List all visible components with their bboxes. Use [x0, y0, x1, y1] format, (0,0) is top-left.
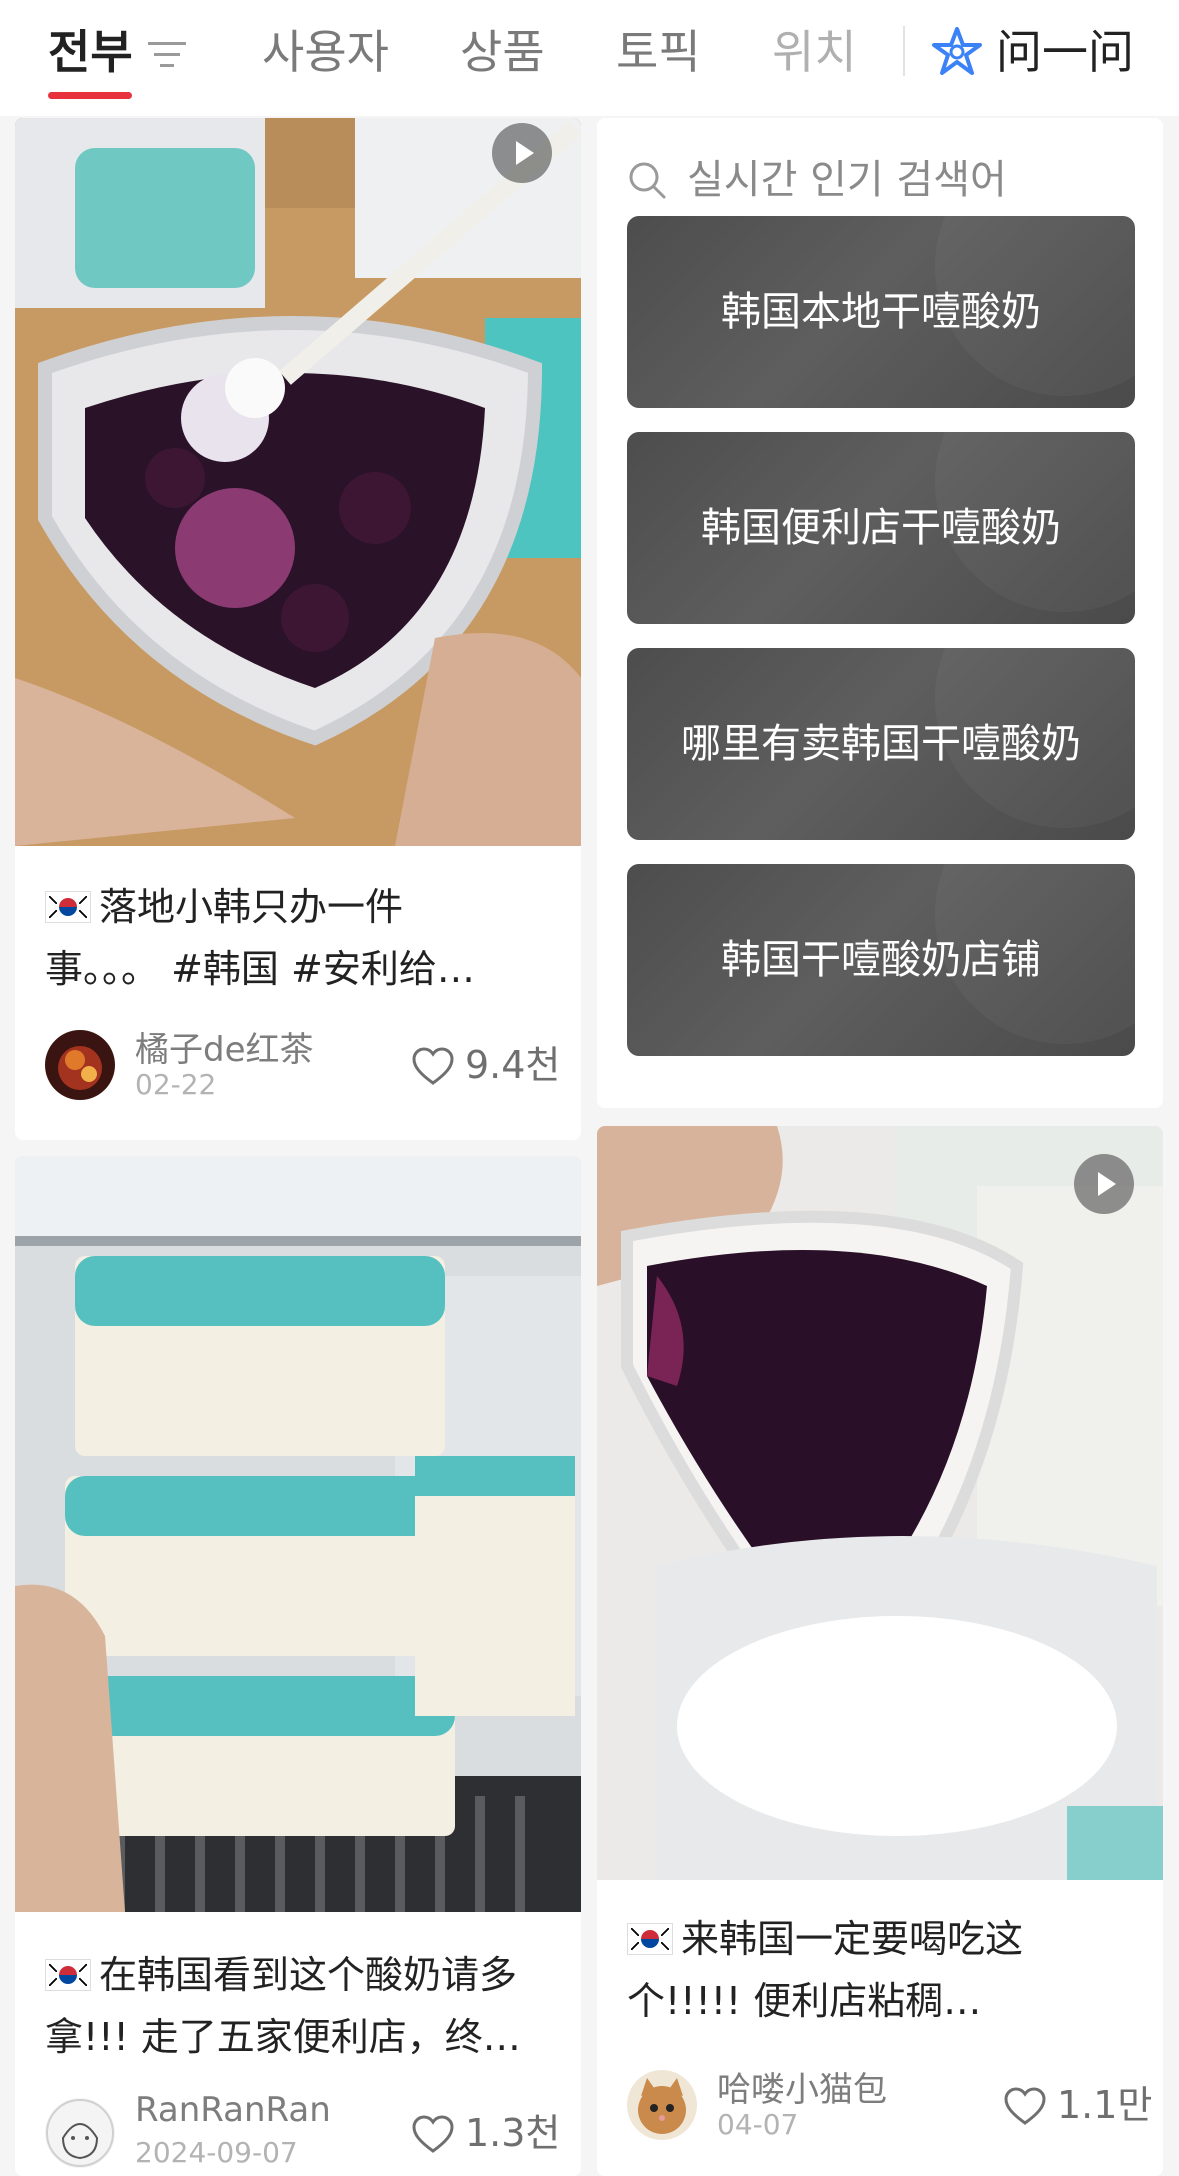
author-row: RanRanRan 2024-09-07 1.3천	[45, 2090, 560, 2170]
author-name[interactable]: RanRanRan	[135, 2090, 331, 2130]
like-button[interactable]: 9.4천	[411, 1040, 560, 1090]
like-count: 1.3천	[465, 2111, 561, 2155]
ask-label: 问一问	[996, 25, 1134, 79]
trending-title: 실시간 인기 검색어	[687, 157, 1007, 203]
heart-icon	[1004, 2087, 1046, 2125]
avatar[interactable]	[45, 2098, 115, 2168]
like-button[interactable]: 1.3천	[411, 2108, 560, 2158]
post-card[interactable]: 在韩国看到这个酸奶请多 拿!!! 走了五家便利店，终… RanRanRan 20…	[15, 1156, 581, 2176]
author-name[interactable]: 哈喽小猫包	[717, 2062, 887, 2111]
video-play-icon	[492, 123, 552, 183]
tab-users[interactable]: 사용자	[262, 22, 389, 82]
tab-all[interactable]: 전부	[48, 22, 133, 82]
star-spark-icon	[932, 27, 982, 75]
post-image	[597, 1126, 1163, 1880]
korea-flag-icon	[45, 891, 91, 923]
korea-flag-icon	[627, 1923, 673, 1955]
tab-divider	[903, 26, 905, 76]
post-card[interactable]: 落地小韩只办一件 事。。。 #韩国 #安利给… 橘子de红茶 02-22 9.4…	[15, 118, 581, 1140]
trending-search-item[interactable]: 哪里有卖韩国干噎酸奶	[627, 648, 1135, 840]
author-name[interactable]: 橘子de红茶	[135, 1022, 314, 1071]
post-image	[15, 1156, 581, 1912]
post-date: 02-22	[135, 1068, 217, 1101]
heart-icon	[412, 2115, 454, 2153]
search-icon	[629, 162, 666, 199]
tab-location[interactable]: 위치	[772, 22, 857, 82]
korea-flag-icon	[45, 1959, 91, 1991]
trending-search-item[interactable]: 韩国本地干噎酸奶	[627, 216, 1135, 408]
video-play-icon	[1074, 1154, 1134, 1214]
post-date: 04-07	[717, 2108, 799, 2141]
post-image	[15, 118, 581, 846]
trending-search-item[interactable]: 韩国干噎酸奶店铺	[627, 864, 1135, 1056]
heart-icon	[412, 1047, 454, 1085]
like-button[interactable]: 1.1만	[1003, 2080, 1152, 2130]
post-title: 来韩国一定要喝吃这 个!!!!! 便利店粘稠…	[627, 1917, 1024, 2023]
top-tab-bar: 전부 사용자 상품 토픽 위치 问一问	[0, 0, 1179, 116]
trending-search-item[interactable]: 韩国便利店干噎酸奶	[627, 432, 1135, 624]
post-title: 在韩国看到这个酸奶请多 拿!!! 走了五家便利店，终…	[45, 1953, 521, 2059]
post-card[interactable]: 来韩国一定要喝吃这 个!!!!! 便利店粘稠… 哈喽小猫包 04-07 1.1만	[597, 1126, 1163, 2176]
tab-topics[interactable]: 토픽	[616, 22, 701, 82]
like-count: 9.4천	[465, 1043, 561, 1087]
author-row: 哈喽小猫包 04-07 1.1만	[627, 2066, 1152, 2142]
author-row: 橘子de红茶 02-22 9.4천	[45, 1026, 560, 1102]
tab-products[interactable]: 상품	[460, 22, 545, 82]
active-tab-indicator	[48, 92, 132, 99]
post-title: 落地小韩只办一件 事。。。 #韩国 #安利给…	[45, 885, 475, 991]
avatar[interactable]	[45, 1030, 115, 1100]
like-count: 1.1만	[1057, 2083, 1153, 2127]
post-date: 2024-09-07	[135, 2136, 298, 2169]
avatar[interactable]	[627, 2070, 697, 2140]
trending-search-card: 실시간 인기 검색어 韩国本地干噎酸奶 韩国便利店干噎酸奶 哪里有卖韩国干噎酸奶…	[597, 118, 1163, 1108]
filter-icon[interactable]	[146, 34, 188, 74]
